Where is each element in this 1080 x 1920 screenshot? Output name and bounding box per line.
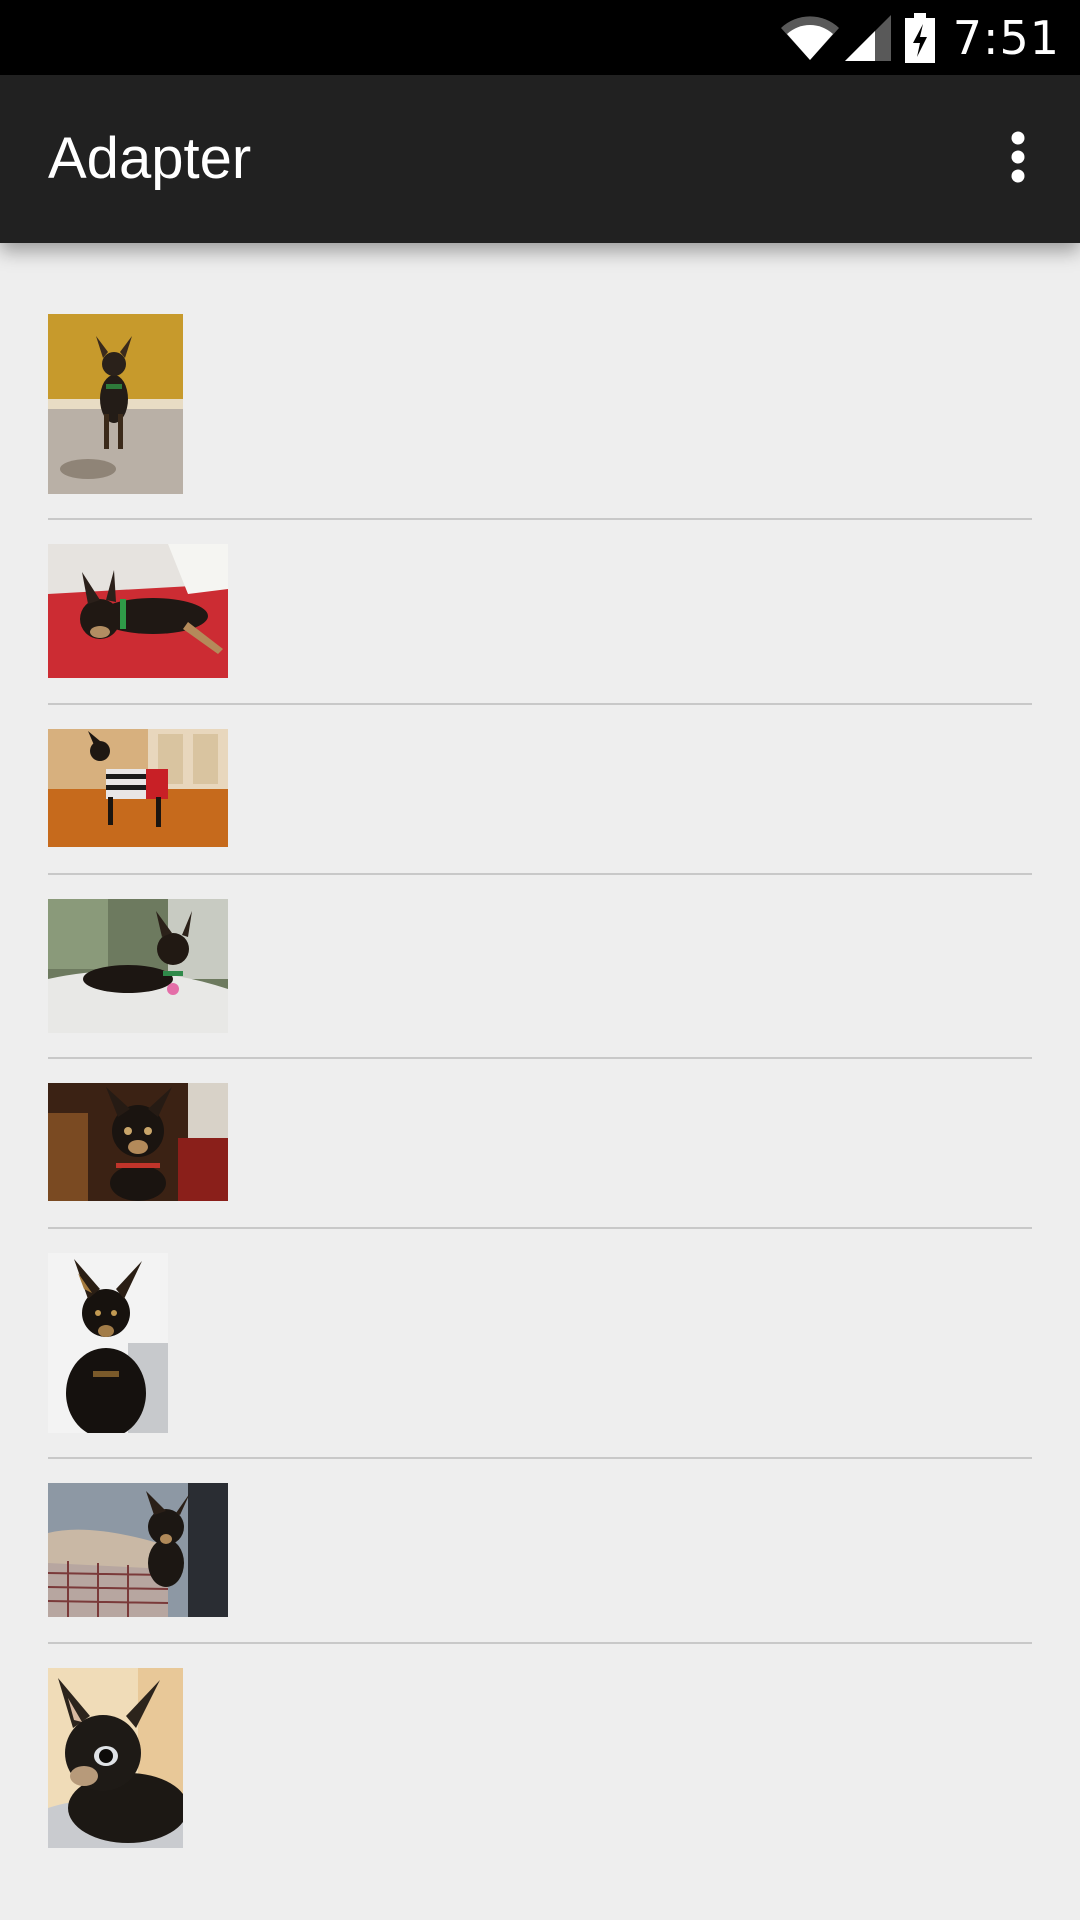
list-item[interactable] [48,1229,1032,1459]
overflow-menu-icon [1010,131,1026,188]
image-list[interactable] [48,243,1032,1854]
dog-photo-6 [48,1253,168,1433]
wifi-icon [780,15,839,60]
list-item[interactable] [48,875,1032,1059]
dog-photo-4 [48,899,228,1033]
dog-photo-3 [48,729,228,847]
dog-photo-7 [48,1483,228,1617]
list-item[interactable] [48,243,1032,520]
list-item[interactable] [48,1059,1032,1229]
dog-photo-8 [48,1668,183,1848]
list-item[interactable] [48,705,1032,875]
list-item[interactable] [48,520,1032,705]
overflow-menu-button[interactable] [978,119,1058,199]
clock: 7:51 [952,10,1060,65]
list-item[interactable] [48,1644,1032,1854]
cell-signal-icon [844,14,891,61]
dog-photo-5 [48,1083,228,1201]
dog-photo-1 [48,314,183,494]
list-item[interactable] [48,1459,1032,1644]
app-title: Adapter [48,126,252,191]
status-icons: 7:51 [780,0,1060,75]
status-bar: 7:51 [0,0,1080,75]
action-bar: Adapter [0,75,1080,243]
dog-photo-2 [48,544,228,678]
battery-charging-icon [904,12,935,63]
